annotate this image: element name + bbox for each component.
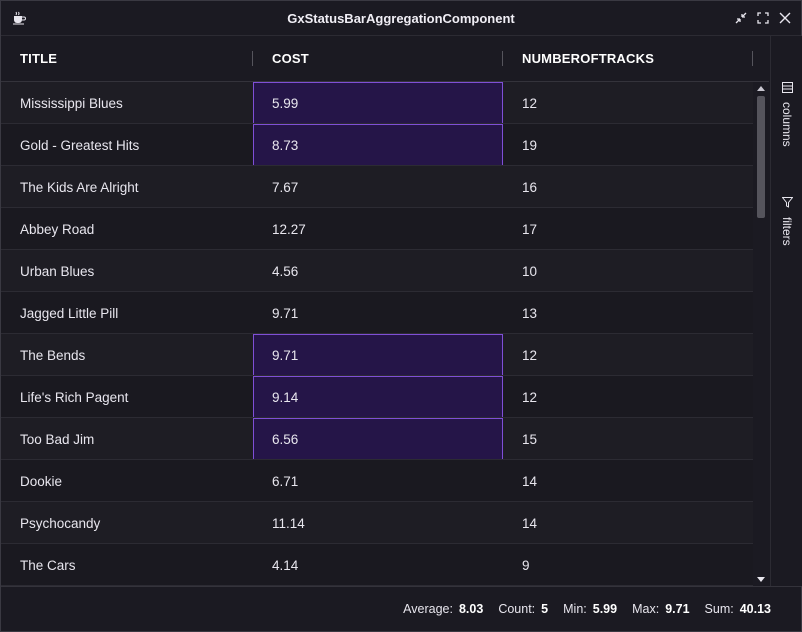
app-window: GxStatusBarAggregationComponent TITLE CO… — [0, 0, 802, 632]
cell-cost[interactable]: 12.27 — [253, 208, 503, 250]
window-controls — [733, 9, 793, 27]
cell-numberoftracks[interactable]: 13 — [503, 292, 753, 334]
column-header-label: COST — [272, 51, 309, 66]
close-icon[interactable] — [777, 9, 793, 27]
cell-numberoftracks[interactable]: 12 — [503, 82, 753, 124]
scroll-up-icon[interactable] — [757, 84, 765, 92]
max-value: 9.71 — [665, 602, 690, 616]
table-row[interactable]: Gold - Greatest Hits 8.73 19 — [1, 124, 753, 166]
cell-numberoftracks[interactable]: 15 — [503, 418, 753, 460]
table-row[interactable]: The Kids Are Alright 7.67 16 — [1, 166, 753, 208]
sum-label: Sum: — [704, 602, 734, 616]
column-header-cost[interactable]: COST — [253, 36, 503, 81]
cell-title[interactable]: Urban Blues — [1, 250, 253, 292]
table-row[interactable]: Too Bad Jim 6.56 15 — [1, 418, 753, 460]
title-bar: GxStatusBarAggregationComponent — [1, 1, 801, 36]
aggregation-max: Max: 9.71 — [632, 602, 689, 616]
cell-cost[interactable]: 4.56 — [253, 250, 503, 292]
table-row[interactable]: Urban Blues 4.56 10 — [1, 250, 753, 292]
cell-cost[interactable]: 5.99 — [253, 82, 503, 124]
cell-title[interactable]: The Cars — [1, 544, 253, 586]
status-bar: Average: 8.03 Count: 5 Min: 5.99 Max: 9.… — [1, 586, 801, 631]
cell-cost[interactable]: 4.14 — [253, 544, 503, 586]
cell-numberoftracks[interactable]: 10 — [503, 250, 753, 292]
cell-numberoftracks[interactable]: 19 — [503, 124, 753, 166]
cell-numberoftracks[interactable]: 14 — [503, 502, 753, 544]
table-row[interactable]: Jagged Little Pill 9.71 13 — [1, 292, 753, 334]
average-value: 8.03 — [458, 602, 484, 616]
cell-cost[interactable]: 7.67 — [253, 166, 503, 208]
columns-panel-button[interactable]: columns — [778, 80, 796, 147]
cell-title[interactable]: Psychocandy — [1, 502, 253, 544]
vertical-scrollbar[interactable] — [753, 82, 769, 586]
cell-title[interactable]: Jagged Little Pill — [1, 292, 253, 334]
tool-sidebar: columns filters — [770, 36, 802, 586]
table-row[interactable]: Dookie 6.71 14 — [1, 460, 753, 502]
app-icon — [11, 10, 27, 26]
cell-title[interactable]: Dookie — [1, 460, 253, 502]
cell-cost[interactable]: 8.73 — [253, 124, 503, 166]
scroll-down-icon[interactable] — [757, 576, 765, 584]
aggregation-average: Average: 8.03 — [403, 602, 483, 616]
table-row[interactable]: The Bends 9.71 12 — [1, 334, 753, 376]
cell-title[interactable]: The Bends — [1, 334, 253, 376]
cell-cost[interactable]: 9.14 — [253, 376, 503, 418]
grid-header: TITLE COST NUMBEROFTRACKS — [1, 36, 769, 82]
columns-label: columns — [780, 102, 794, 147]
aggregation-count: Count: 5 — [498, 602, 548, 616]
column-header-label: NUMBEROFTRACKS — [522, 51, 655, 66]
cell-numberoftracks[interactable]: 9 — [503, 544, 753, 586]
cell-cost[interactable]: 9.71 — [253, 292, 503, 334]
table-row[interactable]: Psychocandy 11.14 14 — [1, 502, 753, 544]
min-label: Min: — [563, 602, 587, 616]
column-resize-handle[interactable] — [752, 51, 753, 66]
min-value: 5.99 — [592, 602, 618, 616]
cell-cost[interactable]: 6.71 — [253, 460, 503, 502]
filters-panel-button[interactable]: filters — [778, 195, 796, 246]
table-row[interactable]: Abbey Road 12.27 17 — [1, 208, 753, 250]
count-label: Count: — [498, 602, 536, 616]
column-header-title[interactable]: TITLE — [1, 36, 253, 81]
data-grid: TITLE COST NUMBEROFTRACKS Mississippi Bl… — [1, 36, 769, 586]
filters-label: filters — [780, 217, 794, 246]
average-label: Average: — [403, 602, 453, 616]
table-row[interactable]: Life's Rich Pagent 9.14 12 — [1, 376, 753, 418]
cell-title[interactable]: Mississippi Blues — [1, 82, 253, 124]
cell-cost[interactable]: 6.56 — [253, 418, 503, 460]
cell-title[interactable]: Abbey Road — [1, 208, 253, 250]
grid-body: Mississippi Blues 5.99 12 Gold - Greatest H… — [1, 82, 753, 586]
collapse-icon[interactable] — [733, 9, 749, 27]
maximize-icon[interactable] — [755, 9, 771, 27]
columns-icon — [781, 80, 793, 98]
table-row[interactable]: Mississippi Blues 5.99 12 — [1, 82, 753, 124]
scrollbar-thumb[interactable] — [757, 96, 765, 218]
column-header-label: TITLE — [20, 51, 58, 66]
cell-cost[interactable]: 9.71 — [253, 334, 503, 376]
cell-title[interactable]: Gold - Greatest Hits — [1, 124, 253, 166]
cell-numberoftracks[interactable]: 14 — [503, 460, 753, 502]
cell-title[interactable]: Life's Rich Pagent — [1, 376, 253, 418]
count-value: 5 — [541, 602, 549, 616]
aggregation-sum: Sum: 40.13 — [705, 602, 771, 616]
filter-icon — [780, 195, 794, 213]
window-title: GxStatusBarAggregationComponent — [287, 10, 515, 26]
column-header-numberoftracks[interactable]: NUMBEROFTRACKS — [503, 36, 753, 81]
cell-numberoftracks[interactable]: 17 — [503, 208, 753, 250]
cell-numberoftracks[interactable]: 12 — [503, 334, 753, 376]
cell-title[interactable]: Too Bad Jim — [1, 418, 253, 460]
sum-value: 40.13 — [739, 602, 771, 616]
table-row[interactable]: The Cars 4.14 9 — [1, 544, 753, 586]
cell-title[interactable]: The Kids Are Alright — [1, 166, 253, 208]
cell-numberoftracks[interactable]: 12 — [503, 376, 753, 418]
cell-cost[interactable]: 11.14 — [253, 502, 503, 544]
cell-numberoftracks[interactable]: 16 — [503, 166, 753, 208]
max-label: Max: — [632, 602, 660, 616]
aggregation-min: Min: 5.99 — [563, 602, 617, 616]
